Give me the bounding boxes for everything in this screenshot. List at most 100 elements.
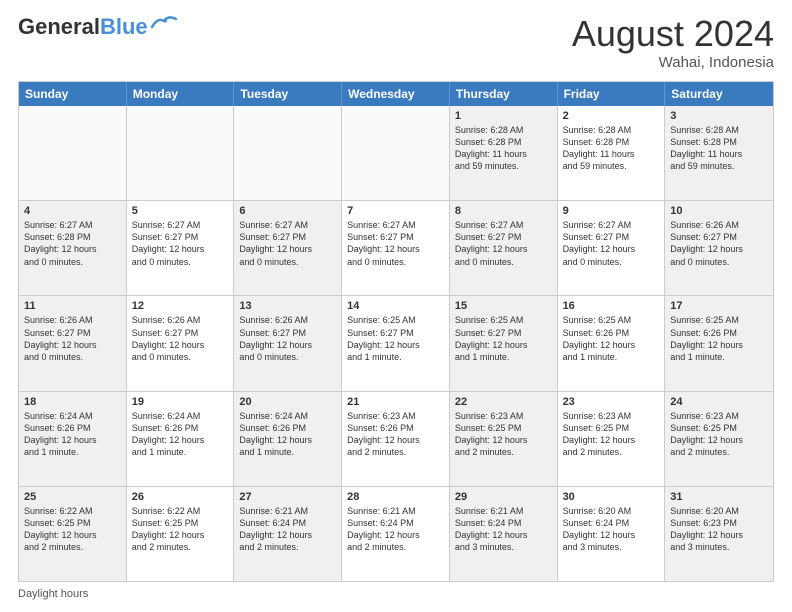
day-cell-10: 10 Sunrise: 6:26 AMSunset: 6:27 PMDayligh… [665, 201, 773, 295]
day-cell-31: 31 Sunrise: 6:20 AMSunset: 6:23 PMDayligh… [665, 487, 773, 581]
day-number: 30 [563, 491, 660, 503]
logo-bird-icon [150, 13, 178, 33]
calendar-row-4: 18 Sunrise: 6:24 AMSunset: 6:26 PMDayligh… [19, 391, 773, 486]
day-cell-26: 26Sunrise: 6:22 AMSunset: 6:25 PMDayligh… [127, 487, 235, 581]
day-header-wednesday: Wednesday [342, 82, 450, 106]
day-info: Sunrise: 6:23 AMSunset: 6:26 PMDaylight:… [347, 410, 444, 459]
day-info: Sunrise: 6:23 AMSunset: 6:25 PMDaylight:… [455, 410, 552, 459]
calendar-header: SundayMondayTuesdayWednesdayThursdayFrid… [19, 82, 773, 106]
day-number: 13 [239, 300, 336, 312]
empty-cell [19, 106, 127, 200]
logo-blue: Blue [100, 14, 148, 39]
day-number: 19 [132, 396, 229, 408]
day-cell-11: 11Sunrise: 6:26 AMSunset: 6:27 PMDayligh… [19, 296, 127, 390]
day-number: 3 [670, 110, 768, 122]
day-info: Sunrise: 6:26 AMSunset: 6:27 PMDaylight:… [670, 219, 768, 268]
day-number: 20 [239, 396, 336, 408]
day-number: 5 [132, 205, 229, 217]
calendar-row-5: 25 Sunrise: 6:22 AMSunset: 6:25 PMDayligh… [19, 486, 773, 581]
day-cell-27: 27Sunrise: 6:21 AMSunset: 6:24 PMDayligh… [234, 487, 342, 581]
day-cell-23: 23 Sunrise: 6:23 AMSunset: 6:25 PMDayligh… [558, 392, 666, 486]
day-info: Sunrise: 6:27 AMSunset: 6:27 PMDaylight:… [132, 219, 229, 268]
day-number: 8 [455, 205, 552, 217]
day-number: 29 [455, 491, 552, 503]
day-number: 25 [24, 491, 121, 503]
day-cell-16: 16Sunrise: 6:25 AMSunset: 6:26 PMDayligh… [558, 296, 666, 390]
day-cell-28: 28 Sunrise: 6:21 AMSunset: 6:24 PMDayligh… [342, 487, 450, 581]
calendar-body: 1 Sunrise: 6:28 AMSunset: 6:28 PMDaylight… [19, 106, 773, 581]
day-number: 9 [563, 205, 660, 217]
day-number: 10 [670, 205, 768, 217]
day-header-saturday: Saturday [665, 82, 773, 106]
day-cell-2: 2 Sunrise: 6:28 AMSunset: 6:28 PMDaylight… [558, 106, 666, 200]
day-info: Sunrise: 6:25 AMSunset: 6:27 PMDaylight:… [347, 314, 444, 363]
day-cell-29: 29Sunrise: 6:21 AMSunset: 6:24 PMDayligh… [450, 487, 558, 581]
day-info: Sunrise: 6:23 AMSunset: 6:25 PMDaylight:… [670, 410, 768, 459]
day-number: 14 [347, 300, 444, 312]
day-info: Sunrise: 6:25 AMSunset: 6:27 PMDaylight:… [455, 314, 552, 363]
day-header-sunday: Sunday [19, 82, 127, 106]
day-info: Sunrise: 6:24 AMSunset: 6:26 PMDaylight:… [239, 410, 336, 459]
day-info: Sunrise: 6:20 AMSunset: 6:24 PMDaylight:… [563, 505, 660, 554]
day-number: 11 [24, 300, 121, 312]
day-number: 26 [132, 491, 229, 503]
day-cell-30: 30 Sunrise: 6:20 AMSunset: 6:24 PMDayligh… [558, 487, 666, 581]
day-header-tuesday: Tuesday [234, 82, 342, 106]
day-cell-25: 25 Sunrise: 6:22 AMSunset: 6:25 PMDayligh… [19, 487, 127, 581]
day-number: 31 [670, 491, 768, 503]
day-cell-6: 6 Sunrise: 6:27 AMSunset: 6:27 PMDaylight… [234, 201, 342, 295]
day-cell-8: 8 Sunrise: 6:27 AMSunset: 6:27 PMDaylight… [450, 201, 558, 295]
day-info: Sunrise: 6:20 AMSunset: 6:23 PMDaylight:… [670, 505, 768, 554]
day-info: Sunrise: 6:26 AMSunset: 6:27 PMDaylight:… [132, 314, 229, 363]
day-cell-22: 22 Sunrise: 6:23 AMSunset: 6:25 PMDayligh… [450, 392, 558, 486]
calendar-row-2: 4 Sunrise: 6:27 AMSunset: 6:28 PMDaylight… [19, 200, 773, 295]
day-cell-24: 24 Sunrise: 6:23 AMSunset: 6:25 PMDayligh… [665, 392, 773, 486]
day-number: 23 [563, 396, 660, 408]
day-cell-7: 7Sunrise: 6:27 AMSunset: 6:27 PMDaylight… [342, 201, 450, 295]
day-cell-15: 15Sunrise: 6:25 AMSunset: 6:27 PMDayligh… [450, 296, 558, 390]
month-year-title: August 2024 [572, 16, 774, 52]
day-cell-1: 1Sunrise: 6:28 AMSunset: 6:28 PMDaylight… [450, 106, 558, 200]
day-info: Sunrise: 6:22 AMSunset: 6:25 PMDaylight:… [24, 505, 121, 554]
page: GeneralBlue August 2024 Wahai, Indonesia… [0, 0, 792, 612]
day-info: Sunrise: 6:27 AMSunset: 6:27 PMDaylight:… [563, 219, 660, 268]
day-number: 6 [239, 205, 336, 217]
day-info: Sunrise: 6:24 AMSunset: 6:26 PMDaylight:… [132, 410, 229, 459]
day-info: Sunrise: 6:27 AMSunset: 6:27 PMDaylight:… [239, 219, 336, 268]
day-cell-9: 9 Sunrise: 6:27 AMSunset: 6:27 PMDaylight… [558, 201, 666, 295]
day-number: 18 [24, 396, 121, 408]
footer-label: Daylight hours [18, 588, 88, 600]
day-number: 21 [347, 396, 444, 408]
day-number: 2 [563, 110, 660, 122]
title-section: August 2024 Wahai, Indonesia [572, 16, 774, 71]
location-subtitle: Wahai, Indonesia [572, 54, 774, 71]
day-cell-21: 21 Sunrise: 6:23 AMSunset: 6:26 PMDayligh… [342, 392, 450, 486]
day-info: Sunrise: 6:27 AMSunset: 6:27 PMDaylight:… [455, 219, 552, 268]
day-number: 27 [239, 491, 336, 503]
day-info: Sunrise: 6:24 AMSunset: 6:26 PMDaylight:… [24, 410, 121, 459]
day-info: Sunrise: 6:27 AMSunset: 6:27 PMDaylight:… [347, 219, 444, 268]
empty-cell [234, 106, 342, 200]
day-cell-13: 13Sunrise: 6:26 AMSunset: 6:27 PMDayligh… [234, 296, 342, 390]
footer: Daylight hours [18, 588, 774, 600]
day-header-monday: Monday [127, 82, 235, 106]
day-info: Sunrise: 6:21 AMSunset: 6:24 PMDaylight:… [347, 505, 444, 554]
day-number: 4 [24, 205, 121, 217]
day-number: 22 [455, 396, 552, 408]
day-cell-14: 14 Sunrise: 6:25 AMSunset: 6:27 PMDayligh… [342, 296, 450, 390]
day-header-thursday: Thursday [450, 82, 558, 106]
day-cell-18: 18 Sunrise: 6:24 AMSunset: 6:26 PMDayligh… [19, 392, 127, 486]
empty-cell [127, 106, 235, 200]
calendar-row-1: 1 Sunrise: 6:28 AMSunset: 6:28 PMDaylight… [19, 106, 773, 200]
day-number: 12 [132, 300, 229, 312]
logo-general: General [18, 14, 100, 39]
day-info: Sunrise: 6:23 AMSunset: 6:25 PMDaylight:… [563, 410, 660, 459]
day-info: Sunrise: 6:25 AMSunset: 6:26 PMDaylight:… [670, 314, 768, 363]
day-info: Sunrise: 6:28 AMSunset: 6:28 PMDaylight:… [563, 124, 660, 173]
day-number: 24 [670, 396, 768, 408]
day-info: Sunrise: 6:27 AMSunset: 6:28 PMDaylight:… [24, 219, 121, 268]
day-number: 1 [455, 110, 552, 122]
day-header-friday: Friday [558, 82, 666, 106]
header: GeneralBlue August 2024 Wahai, Indonesia [18, 16, 774, 71]
day-number: 28 [347, 491, 444, 503]
